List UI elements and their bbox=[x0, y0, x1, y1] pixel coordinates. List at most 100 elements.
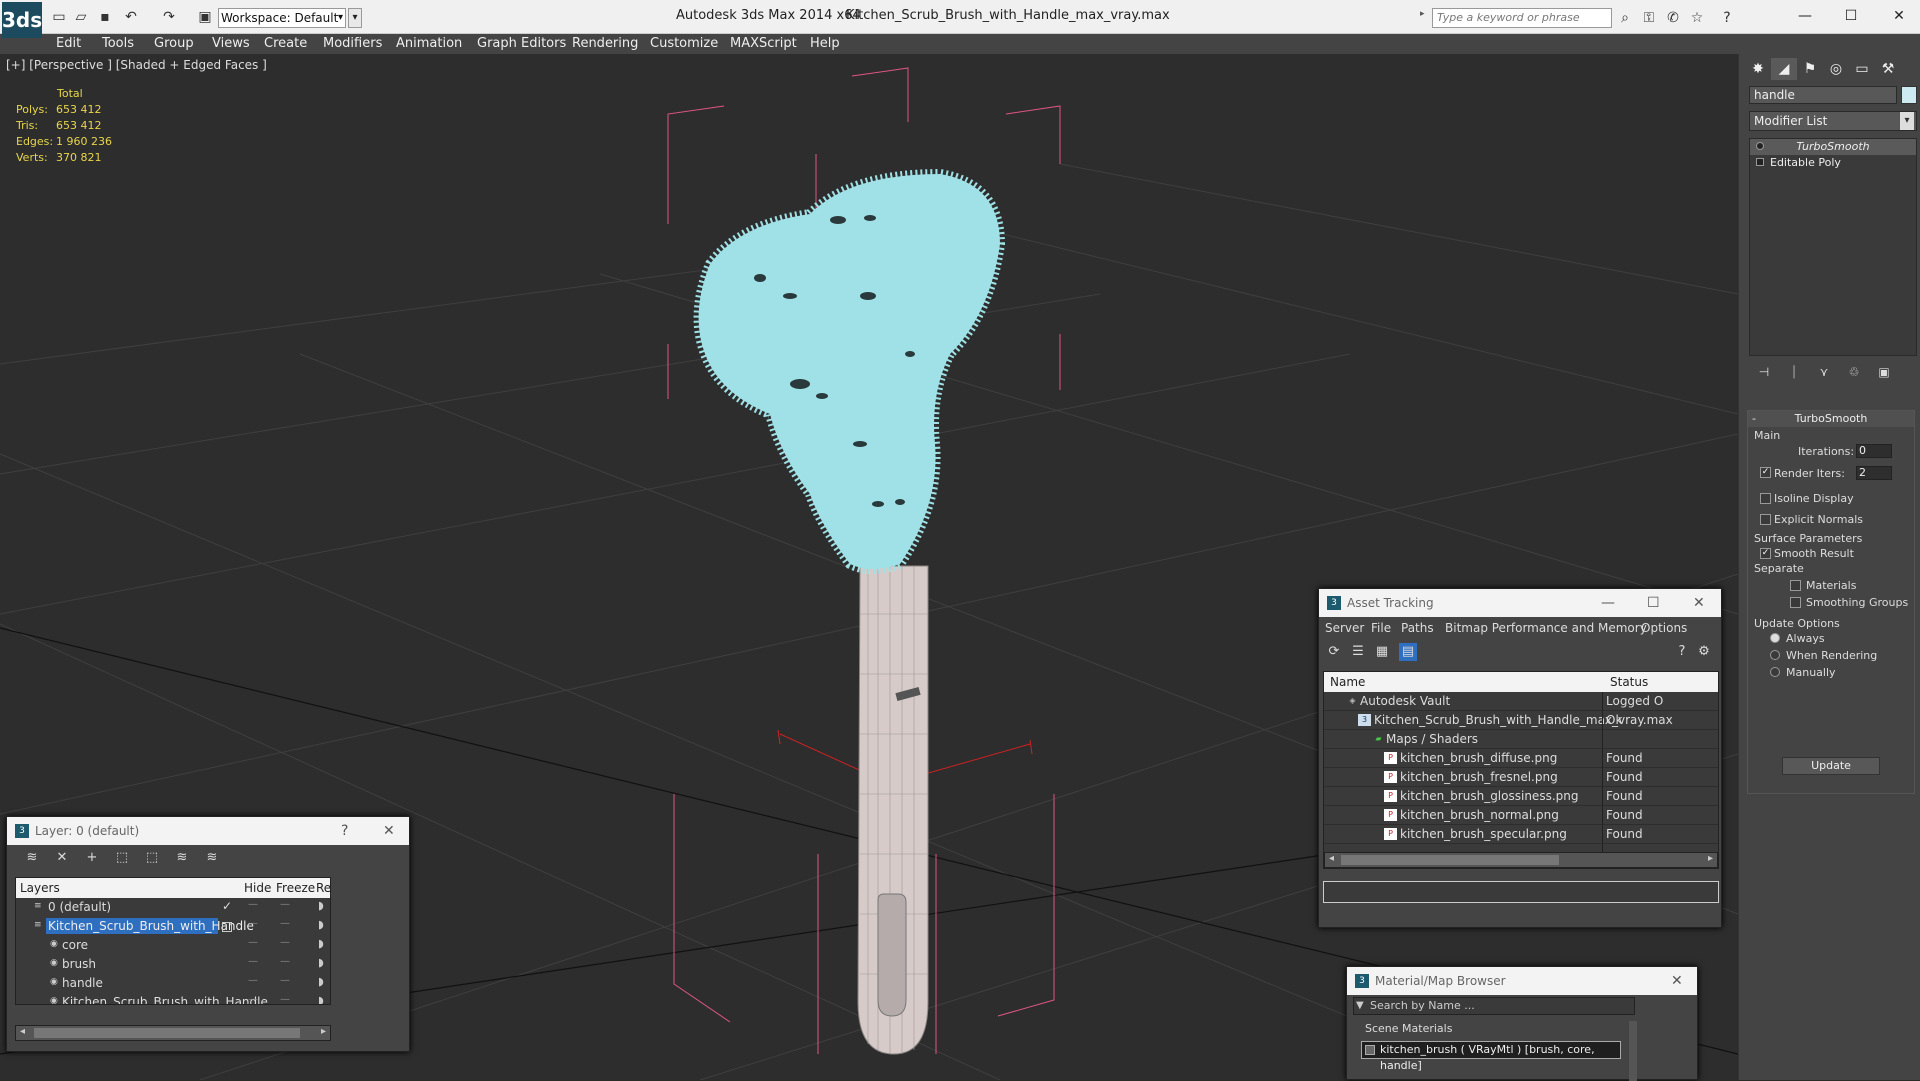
scene-materials-section[interactable]: Scene Materials bbox=[1353, 1021, 1635, 1037]
menu-create[interactable]: Create bbox=[264, 36, 307, 51]
object-name-field[interactable]: handle bbox=[1749, 86, 1897, 104]
menu-tools[interactable]: Tools bbox=[102, 36, 134, 51]
asset-row[interactable]: 3 Kitchen_Scrub_Brush_with_Handle_max_vr… bbox=[1324, 711, 1718, 730]
material-search-input[interactable]: ▼ Search by Name ... bbox=[1353, 997, 1635, 1015]
close-window-button[interactable]: ✕ bbox=[1884, 6, 1914, 26]
menu-rendering[interactable]: Rendering bbox=[572, 36, 638, 51]
menu-edit[interactable]: Edit bbox=[56, 36, 81, 51]
maximize-button[interactable]: ☐ bbox=[1836, 6, 1866, 26]
smooth-result-checkbox[interactable]: ✓ bbox=[1760, 548, 1771, 559]
layer-stack-icon[interactable]: ≋ bbox=[23, 849, 41, 867]
select-layer-icon[interactable]: ⬚ bbox=[143, 849, 161, 867]
app-menu-button[interactable]: 3ds bbox=[2, 2, 42, 38]
remove-modifier-icon[interactable]: ♲ bbox=[1839, 362, 1869, 382]
viewport-label[interactable]: [+] [Perspective ] [Shaded + Edged Faces… bbox=[6, 58, 267, 72]
explicit-normals-checkbox[interactable] bbox=[1760, 514, 1771, 525]
menu-views[interactable]: Views bbox=[212, 36, 250, 51]
col-layers[interactable]: Layers bbox=[20, 881, 60, 895]
motion-tab-icon[interactable]: ◎ bbox=[1823, 58, 1849, 80]
object-color-swatch[interactable] bbox=[1901, 86, 1917, 104]
asset-row[interactable]: P kitchen_brush_glossiness.png Found bbox=[1324, 787, 1718, 806]
layer-table-hscroll[interactable]: ◂ ▸ bbox=[15, 1025, 331, 1041]
hierarchy-tab-icon[interactable]: ⚑ bbox=[1797, 58, 1823, 80]
turbosmooth-rollout-header[interactable]: - TurboSmooth bbox=[1748, 411, 1914, 427]
when-rendering-radio[interactable] bbox=[1770, 650, 1780, 660]
always-radio[interactable] bbox=[1770, 633, 1780, 643]
material-browser-titlebar[interactable]: 3 Material/Map Browser ✕ bbox=[1347, 967, 1697, 995]
open-file-icon[interactable]: ▱ bbox=[72, 8, 90, 26]
mb-close-button[interactable]: ✕ bbox=[1671, 967, 1683, 995]
menu-help[interactable]: Help bbox=[810, 36, 840, 51]
menu-modifiers[interactable]: Modifiers bbox=[323, 36, 382, 51]
col-hide[interactable]: Hide bbox=[244, 881, 271, 895]
project-folder-icon[interactable]: ▣ bbox=[196, 8, 214, 26]
at-minimize-button[interactable]: — bbox=[1601, 589, 1615, 617]
render-iters-spinner[interactable]: 2 bbox=[1856, 466, 1892, 480]
subscription-icon[interactable]: ⚿ bbox=[1640, 9, 1658, 27]
new-file-icon[interactable]: ▭ bbox=[50, 8, 68, 26]
col-name[interactable]: Name bbox=[1330, 675, 1365, 689]
utilities-tab-icon[interactable]: ⚒ bbox=[1875, 58, 1901, 80]
col-freeze[interactable]: Freeze bbox=[276, 881, 315, 895]
asset-tracking-titlebar[interactable]: 3 Asset Tracking — ☐ ✕ bbox=[1319, 589, 1721, 617]
help-icon[interactable]: ? bbox=[1718, 9, 1736, 27]
create-tab-icon[interactable]: ✸ bbox=[1745, 58, 1771, 80]
asset-row[interactable]: ▰ Maps / Shaders bbox=[1324, 730, 1718, 749]
layer-row[interactable]: ◉ handle — — ◗ bbox=[16, 974, 330, 993]
quick-access-dropdown[interactable]: ▾ bbox=[348, 8, 362, 28]
menu-customize[interactable]: Customize bbox=[650, 36, 718, 51]
at-help-icon[interactable]: ? bbox=[1673, 643, 1691, 661]
asset-row[interactable]: P kitchen_brush_specular.png Found bbox=[1324, 825, 1718, 844]
modify-tab-icon[interactable]: ◢ bbox=[1771, 58, 1797, 80]
pin-stack-icon[interactable]: ⊣ bbox=[1749, 362, 1779, 382]
col-status[interactable]: Status bbox=[1610, 675, 1648, 689]
undo-icon[interactable]: ↶ bbox=[122, 8, 140, 26]
material-item-kitchen-brush[interactable]: kitchen_brush ( VRayMtl ) [brush, core, … bbox=[1361, 1041, 1621, 1072]
asset-row[interactable]: P kitchen_brush_normal.png Found bbox=[1324, 806, 1718, 825]
menu-maxscript[interactable]: MAXScript bbox=[730, 36, 797, 51]
stack-item-editable-poly[interactable]: Editable Poly bbox=[1750, 155, 1916, 171]
hide-all-icon[interactable]: ≋ bbox=[203, 849, 221, 867]
layer-row[interactable]: ≡ Kitchen_Scrub_Brush_with_Handle — — ◗ bbox=[16, 917, 330, 936]
col-render[interactable]: Rend bbox=[316, 881, 330, 895]
save-file-icon[interactable]: ▪ bbox=[96, 8, 114, 26]
materials-checkbox[interactable] bbox=[1790, 580, 1801, 591]
layer-row[interactable]: ≡ 0 (default) ✓ — — ◗ bbox=[16, 898, 330, 917]
redo-icon[interactable]: ↷ bbox=[160, 8, 178, 26]
isoline-checkbox[interactable] bbox=[1760, 493, 1771, 504]
configure-sets-icon[interactable]: ▣ bbox=[1869, 362, 1899, 382]
binoculars-icon[interactable]: ⌕ bbox=[1616, 9, 1634, 27]
at-menu-file[interactable]: File bbox=[1371, 621, 1391, 635]
delete-layer-icon[interactable]: ✕ bbox=[53, 849, 71, 867]
asset-row[interactable]: P kitchen_brush_diffuse.png Found bbox=[1324, 749, 1718, 768]
minimize-button[interactable]: — bbox=[1790, 6, 1820, 26]
at-menu-bitmap[interactable]: Bitmap Performance and Memory bbox=[1445, 621, 1647, 635]
render-iters-checkbox[interactable]: ✓ bbox=[1760, 467, 1771, 478]
menu-animation[interactable]: Animation bbox=[396, 36, 462, 51]
thumbnail-view-icon[interactable]: ▦ bbox=[1373, 643, 1391, 661]
modifier-list-dropdown[interactable]: Modifier List ▾ bbox=[1749, 111, 1917, 131]
layer-row[interactable]: ◉ brush — — ◗ bbox=[16, 955, 330, 974]
highlight-layer-icon[interactable]: ≋ bbox=[173, 849, 191, 867]
at-menu-server[interactable]: Server bbox=[1325, 621, 1364, 635]
communication-icon[interactable]: ✆ bbox=[1664, 9, 1682, 27]
list-view-icon[interactable]: ☰ bbox=[1349, 643, 1367, 661]
at-close-button[interactable]: ✕ bbox=[1693, 589, 1705, 617]
lm-help-button[interactable]: ? bbox=[341, 817, 348, 845]
refresh-icon[interactable]: ⟳ bbox=[1325, 643, 1343, 661]
select-objects-icon[interactable]: ⬚ bbox=[113, 849, 131, 867]
material-browser-vscroll[interactable] bbox=[1629, 1021, 1637, 1081]
smoothing-groups-checkbox[interactable] bbox=[1790, 597, 1801, 608]
show-end-result-icon[interactable]: ⏐ bbox=[1779, 362, 1809, 382]
lm-close-button[interactable]: ✕ bbox=[383, 817, 395, 845]
update-button[interactable]: Update bbox=[1782, 757, 1880, 775]
display-tab-icon[interactable]: ▭ bbox=[1849, 58, 1875, 80]
asset-path-field[interactable] bbox=[1323, 881, 1719, 903]
search-expand-icon[interactable]: ▸ bbox=[1420, 9, 1432, 27]
at-menu-options[interactable]: Options bbox=[1641, 621, 1687, 635]
manually-radio[interactable] bbox=[1770, 667, 1780, 677]
at-maximize-button[interactable]: ☐ bbox=[1647, 589, 1660, 617]
make-unique-icon[interactable]: ⋎ bbox=[1809, 362, 1839, 382]
menu-graph-editors[interactable]: Graph Editors bbox=[477, 36, 566, 51]
layer-row[interactable]: ◉ core — — ◗ bbox=[16, 936, 330, 955]
